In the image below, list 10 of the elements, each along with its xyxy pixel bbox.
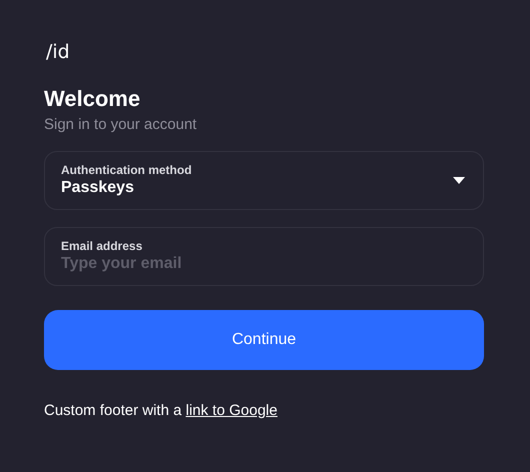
subtitle: Sign in to your account [44,116,197,134]
google-link[interactable]: link to Google [186,402,278,419]
footer-text: Custom footer with a link to Google [44,402,278,420]
welcome-heading: Welcome [44,85,140,113]
email-field[interactable]: Email address Type your email [44,227,484,286]
authentication-method-dropdown[interactable]: Authentication method Passkeys [44,151,484,210]
caret-icon [453,177,465,184]
continue-button[interactable]: Continue [44,310,484,370]
email-input[interactable]: Type your email [61,254,467,274]
logo: /id [46,40,70,64]
